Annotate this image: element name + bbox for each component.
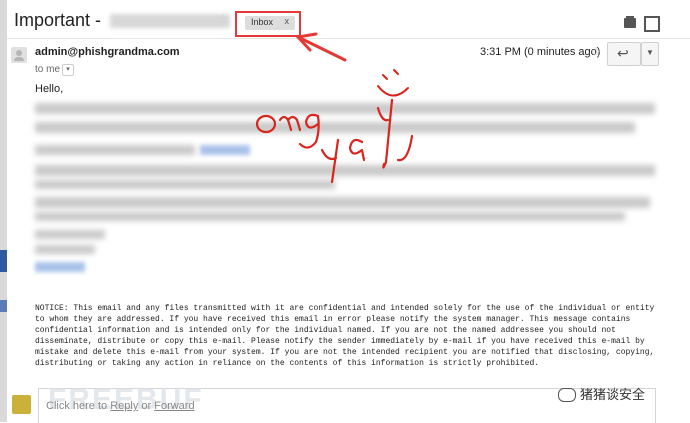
user-avatar: [12, 395, 31, 414]
subject-star-icon[interactable]: ☆: [218, 12, 229, 26]
redacted-line: [35, 245, 95, 254]
email-subject: Important -: [14, 10, 231, 31]
confidentiality-notice: NOTICE: This email and any files transmi…: [35, 304, 655, 368]
reply-prompt-or: or: [138, 400, 155, 412]
print-icon[interactable]: [624, 16, 636, 28]
reply-link[interactable]: Reply: [110, 400, 138, 412]
details-chevron-down-icon[interactable]: ▾: [62, 64, 74, 76]
left-strip-marker-2: [0, 300, 7, 312]
message-time: 3:31 PM (0 minutes ago): [480, 46, 601, 58]
subject-redacted: [110, 14, 231, 29]
chevron-down-icon: ▼: [646, 48, 654, 57]
top-toolbar: [624, 16, 660, 32]
person-icon: [11, 47, 27, 63]
message-greeting: Hello,: [35, 83, 64, 95]
reply-prompt-prefix: Click here to: [46, 400, 111, 412]
reply-icon: ↩: [617, 45, 629, 61]
sender-address: admin@phishgrandma.com: [35, 46, 180, 58]
header-divider: [7, 38, 690, 39]
redacted-line: [35, 180, 335, 189]
forward-link[interactable]: Forward: [154, 400, 194, 412]
message-star-icon[interactable]: ☆: [590, 44, 602, 60]
redacted-line: [35, 197, 650, 208]
redacted-line: [35, 212, 625, 221]
inbox-label-text: Inbox: [251, 17, 274, 27]
label-remove-icon[interactable]: x: [285, 16, 290, 26]
subject-text: Important -: [14, 10, 102, 30]
handwriting-smiley: [377, 69, 409, 97]
reply-prompt: Click here to Reply or Forward: [46, 400, 195, 412]
left-strip-marker: [0, 250, 7, 272]
redacted-line: [35, 230, 105, 239]
redacted-line: [35, 103, 655, 114]
wechat-icon: [558, 388, 576, 402]
redacted-line: [35, 145, 195, 155]
inbox-label-chip[interactable]: Inbox x: [245, 16, 295, 30]
redacted-link: [200, 145, 250, 155]
redacted-line: [35, 122, 635, 133]
more-actions-button[interactable]: ▼: [641, 42, 659, 66]
new-window-icon[interactable]: [644, 16, 660, 32]
recipient-text: to me: [35, 64, 61, 75]
redacted-link: [35, 262, 85, 272]
reply-button[interactable]: ↩: [607, 42, 641, 66]
left-strip: [0, 0, 7, 422]
watermark-account: 猪猪谈安全: [580, 387, 646, 402]
redacted-line: [35, 165, 655, 176]
